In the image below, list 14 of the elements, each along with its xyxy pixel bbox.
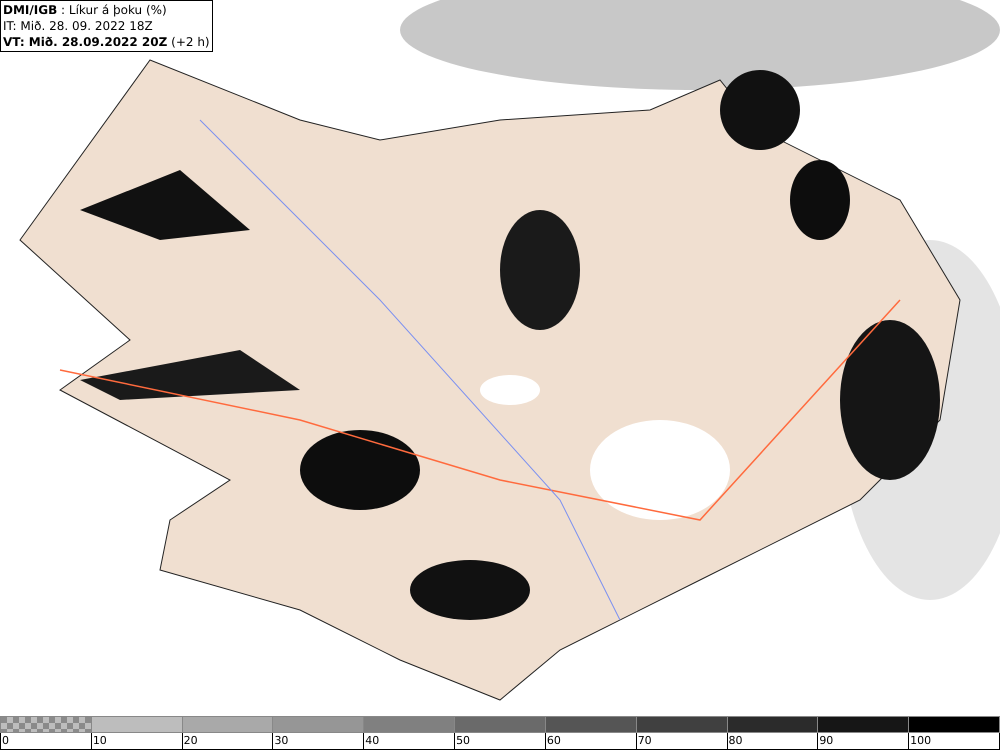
title-line: DMI/IGB : Líkur á þoku (%): [3, 2, 168, 18]
legend-label: 30: [274, 734, 288, 747]
legend-label: 20: [184, 734, 198, 747]
legend-label: 70: [638, 734, 652, 747]
legend-label: 50: [456, 734, 470, 747]
legend-label: 90: [819, 734, 834, 747]
legend-label: 60: [546, 734, 561, 747]
legend-label: 10: [92, 734, 107, 747]
title-line: IT: Mið. 28. 09. 2022 18Z: [3, 18, 154, 34]
legend-label: 0: [2, 734, 9, 747]
legend-label: 100: [910, 734, 932, 747]
legend-label: 40: [365, 734, 380, 747]
title-line: VT: Mið. 28.09.2022 20Z (+2 h): [3, 34, 210, 50]
legend-label: 80: [728, 734, 742, 747]
